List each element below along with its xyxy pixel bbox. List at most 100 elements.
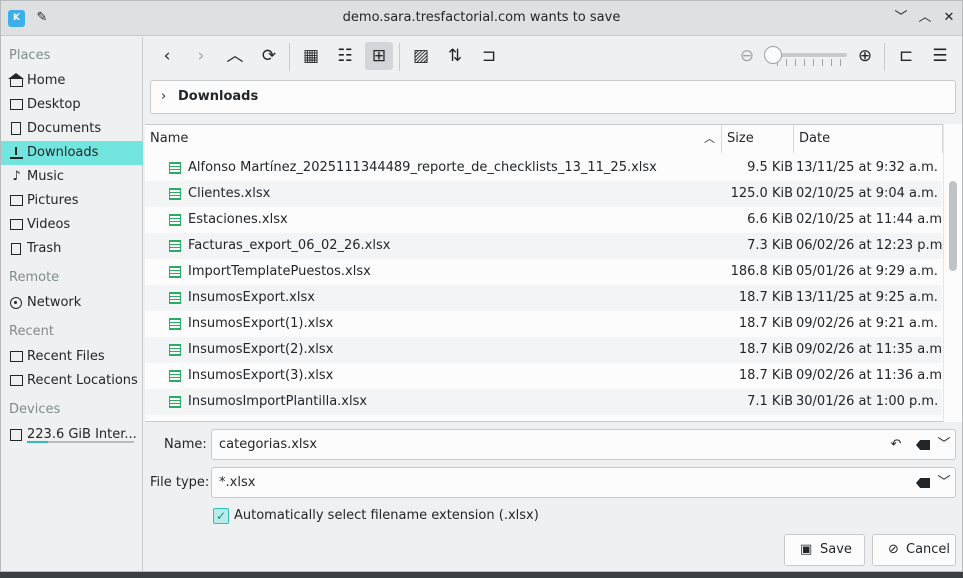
cancel-button[interactable]: ⊘ Cancel [872, 534, 956, 566]
save-button[interactable]: ▣ Save [784, 534, 865, 566]
sidebar-item-label: Music [27, 169, 64, 184]
chevron-down-icon[interactable]: ﹀ [936, 436, 952, 453]
auto-extension-checkbox[interactable]: ✓ [213, 508, 229, 524]
sidebar-item-label: Documents [27, 121, 102, 136]
sidebar-item-label: Desktop [27, 97, 81, 112]
zoom-out-button[interactable]: ⊖ [733, 42, 761, 70]
column-header-label: Size [727, 131, 754, 146]
vertical-scrollbar[interactable] [943, 124, 962, 422]
sidebar-item-label: Recent Files [27, 349, 105, 364]
sidebar-item-videos[interactable]: Videos [1, 213, 143, 237]
file-date: 05/01/26 at 9:29 a.m. [796, 264, 938, 279]
sidebar-item-documents[interactable]: Documents [1, 117, 143, 141]
save-icon: ▣ [800, 542, 813, 557]
icons-view-icon: ▦ [302, 46, 320, 66]
table-row[interactable]: InsumosExport(2).xlsx 18.7 KiB 09/02/26 at… [145, 337, 946, 363]
icons-view-button[interactable]: ▦ [297, 42, 325, 70]
spreadsheet-icon [169, 214, 181, 226]
file-size: 125.0 KiB [730, 186, 793, 201]
column-header-label: Date [799, 131, 831, 146]
sidebar-item-desktop[interactable]: Desktop [1, 93, 143, 117]
toolbar-separator [399, 43, 400, 71]
zoom-in-button[interactable]: ⊕ [851, 42, 879, 70]
zoom-slider[interactable] [772, 53, 847, 57]
save-dialog: K ✎ demo.sara.tresfactorial.com wants to… [0, 0, 963, 572]
bookmark-button[interactable]: ⊐ [475, 42, 503, 70]
sidebar-item-disk[interactable]: 223.6 GiB Inter... [1, 423, 143, 447]
sidebar-item-trash[interactable]: Trash [1, 237, 143, 261]
undo-icon[interactable]: ↶ [888, 436, 904, 453]
table-row[interactable]: InsumosExport(1).xlsx 18.7 KiB 09/02/26 at… [145, 311, 942, 337]
sidebar-item-pictures[interactable]: Pictures [1, 189, 143, 213]
zoom-slider-handle[interactable] [764, 46, 782, 64]
file-date: 02/10/25 at 9:04 a.m. [796, 186, 938, 201]
column-header-name[interactable]: Name ︿ [145, 125, 722, 153]
sidebar-item-recent-locations[interactable]: Recent Locations [1, 369, 143, 393]
sort-button[interactable]: ⇅ [441, 42, 469, 70]
name-field[interactable]: categorias.xlsx ↶ ﹀ [211, 429, 956, 460]
file-size: 7.1 KiB [747, 394, 793, 409]
save-button-label: Save [820, 542, 852, 557]
sidebar-item-downloads[interactable]: Downloads [1, 141, 143, 165]
chevron-down-icon[interactable]: ﹀ [936, 474, 952, 491]
file-name: Alfonso Martínez_2025111344489_reporte_d… [188, 160, 657, 175]
file-name: Clientes.xlsx [188, 186, 271, 201]
table-row[interactable]: InsumosImportPlantilla.xlsx 7.1 KiB 30/01/… [145, 389, 942, 415]
spreadsheet-icon [169, 318, 181, 330]
file-name: Facturas_export_06_02_26.xlsx [188, 238, 391, 253]
zoom-out-icon: ⊖ [739, 46, 755, 66]
clear-icon[interactable] [916, 440, 930, 450]
preview-button[interactable]: ▨ [407, 42, 435, 70]
spreadsheet-icon [169, 396, 181, 408]
sidebar-item-label: Videos [27, 217, 71, 232]
tree-view-button[interactable]: ⊞ [365, 42, 393, 70]
sidebar-header-recent: Recent [9, 324, 54, 339]
file-date: 13/11/25 at 9:25 a.m. [796, 290, 938, 305]
table-row[interactable]: Estaciones.xlsx 6.6 KiB 02/10/25 at 11:44 … [145, 207, 946, 233]
image-icon: ▨ [412, 46, 430, 66]
sidebar-item-music[interactable]: ♪ Music [1, 165, 143, 189]
forward-button[interactable]: › [187, 42, 215, 70]
table-row[interactable]: InsumosExport.xlsx 18.7 KiB 13/11/25 at 9:… [145, 285, 942, 311]
new-folder-icon: ⊏ [898, 46, 914, 66]
compact-view-button[interactable]: ☷ [331, 42, 359, 70]
table-row[interactable]: ImportTemplatePuestos.xlsx 186.8 KiB 05/01… [145, 259, 942, 285]
filetype-field-value[interactable]: *.xlsx [219, 475, 255, 490]
chevron-down-icon[interactable]: ﹀ [892, 9, 910, 27]
table-row[interactable]: Clientes.xlsx 125.0 KiB 02/10/25 at 9:04 a… [145, 181, 942, 207]
name-field-value[interactable]: categorias.xlsx [219, 437, 317, 452]
sidebar-item-recent-files[interactable]: Recent Files [1, 345, 143, 369]
scrollbar-thumb[interactable] [949, 181, 957, 271]
filetype-label: File type: [150, 475, 210, 490]
filetype-field[interactable]: *.xlsx ﹀ [211, 467, 956, 498]
table-row[interactable]: Facturas_export_06_02_26.xlsx 7.3 KiB 06/0… [145, 233, 947, 259]
column-header-date[interactable]: Date [794, 125, 943, 153]
back-button[interactable]: ‹ [153, 42, 181, 70]
sidebar-item-home[interactable]: Home [1, 69, 143, 93]
sidebar-item-network[interactable]: Network [1, 291, 143, 315]
file-name: InsumosImportPlantilla.xlsx [188, 394, 368, 409]
spreadsheet-icon [169, 266, 181, 278]
spreadsheet-icon [169, 162, 181, 174]
recent-files-icon [10, 351, 23, 362]
new-folder-button[interactable]: ⊏ [892, 42, 920, 70]
options-button[interactable]: ☰ [926, 42, 954, 70]
sidebar-item-label: Network [27, 295, 82, 310]
reload-button[interactable]: ⟳ [255, 42, 283, 70]
chevron-right-icon[interactable]: › [161, 89, 166, 104]
sidebar-item-label: Downloads [27, 145, 99, 160]
table-row[interactable]: InsumosExport(3).xlsx 18.7 KiB 09/02/26 at… [145, 363, 946, 389]
breadcrumb[interactable]: › Downloads [150, 80, 956, 114]
up-button[interactable]: ︿ [221, 42, 249, 70]
auto-extension-label[interactable]: Automatically select filename extension … [234, 508, 539, 523]
downloads-icon [10, 147, 23, 159]
breadcrumb-current[interactable]: Downloads [178, 89, 258, 104]
close-icon[interactable]: ✕ [940, 9, 958, 27]
sidebar-header-devices: Devices [9, 402, 61, 417]
column-header-label: Name [150, 131, 189, 146]
table-row[interactable]: Alfonso Martínez_2025111344489_reporte_d… [145, 155, 942, 181]
column-header-size[interactable]: Size [722, 125, 794, 153]
clear-icon[interactable] [916, 478, 930, 488]
chevron-up-icon[interactable]: ︿ [916, 9, 934, 27]
disk-usage-fill [27, 441, 49, 443]
